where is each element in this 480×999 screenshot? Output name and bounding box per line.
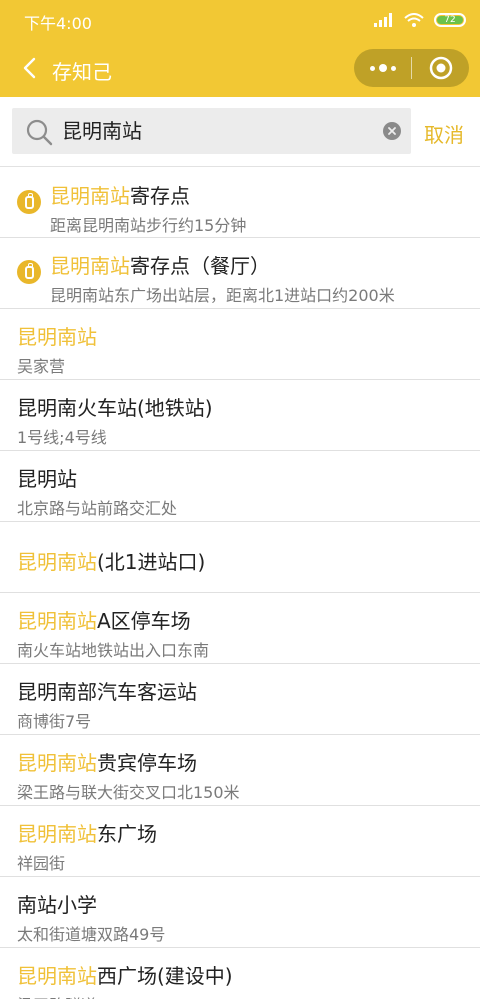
result-title-rest: 西广场(建设中) [97,964,233,988]
result-title-rest: 寄存点 [130,184,190,208]
result-subtitle: 距离昆明南站步行约15分钟 [50,216,247,235]
result-item[interactable]: 昆明南站寄存点（餐厅） 昆明南站东广场出站层，距离北1进站口约200米 [0,238,480,309]
result-title-highlight: 昆明南站 [17,325,97,349]
search-results-list: 昆明南站寄存点 距离昆明南站步行约15分钟 昆明南站寄存点（餐厅） 昆明南站东广场出站… [0,168,480,999]
luggage-pin-icon [17,260,41,284]
result-item[interactable]: 昆明南站寄存点距离昆明南站步行约15分钟 [0,168,480,238]
result-subtitle: 昆明南站东广场出站层，距离北1进站口约200米 [50,286,395,305]
result-title-highlight: 昆明南站 [50,254,130,278]
result-title-highlight: 昆明南站 [17,550,97,574]
status-time: 下午4:00 [24,14,92,33]
result-title-rest: 昆明站 [17,467,77,491]
more-dot-icon [369,65,375,71]
app-header: 下午4:00 72 存知己 [0,0,480,97]
search-box[interactable]: 昆明南站 [12,108,411,154]
result-item[interactable]: 昆明南火车站(地铁站) 1号线;4号线 [0,380,480,451]
close-miniprogram-button[interactable] [412,49,469,87]
result-subtitle: 太和街道塘双路49号 [17,925,166,944]
result-title: 昆明站 [17,463,77,492]
miniprogram-capsule [354,49,469,87]
battery-level: 72 [444,14,456,25]
result-subtitle: 商博街7号 [17,712,92,731]
nav-bar: 存知己 [0,45,480,91]
status-icons: 72 [374,12,466,28]
result-item[interactable]: 南站小学太和街道塘双路49号 [0,877,480,948]
result-title: 昆明南站(北1进站口) [17,546,205,575]
search-input[interactable]: 昆明南站 [62,108,382,154]
result-title: 昆明南站东广场 [17,818,157,847]
search-icon [26,119,53,146]
battery-icon: 72 [434,13,466,27]
result-subtitle: 梁王路隧道 [17,992,97,999]
back-button[interactable] [16,53,42,83]
result-title: 昆明南部汽车客运站 [17,676,197,705]
result-item[interactable]: 昆明南站贵宾停车场梁王路与联大街交叉口北150米 [0,735,480,806]
result-title-highlight: 昆明南站 [50,184,130,208]
result-title: 昆明南站 [17,321,97,350]
result-subtitle: 梁王路与联大街交叉口北150米 [17,783,240,802]
result-title-rest: 昆明南火车站(地铁站) [17,396,213,420]
search-row: 昆明南站 取消 [0,97,480,167]
more-dot-icon [378,64,387,72]
more-menu-button[interactable] [354,49,411,87]
result-item[interactable]: 昆明站北京路与站前路交汇处 [0,451,480,522]
wifi-icon [404,13,424,27]
result-item[interactable]: 昆明南站A区停车场南火车站地铁站出入口东南 [0,593,480,664]
result-title-highlight: 昆明南站 [17,822,97,846]
result-item[interactable]: 昆明南部汽车客运站商博街7号 [0,664,480,735]
result-item[interactable]: 昆明南站 吴家营 [0,309,480,380]
clear-icon[interactable] [383,122,401,140]
page-title: 存知己 [52,60,112,84]
result-title: 昆明南站寄存点 [50,180,190,209]
status-bar: 下午4:00 72 [0,0,480,38]
result-title-highlight: 昆明南站 [17,964,97,988]
result-title-rest: 贵宾停车场 [97,751,197,775]
result-title-rest: 寄存点（餐厅） [130,254,270,278]
x-icon [388,127,396,135]
result-title-rest: 南站小学 [17,893,97,917]
target-close-icon [429,56,452,80]
signal-icon [374,13,392,27]
result-title-highlight: 昆明南站 [17,609,97,633]
result-title-rest: A区停车场 [97,609,191,633]
result-title: 昆明南站寄存点（餐厅） [50,250,270,279]
result-title: 昆明南站西广场(建设中) [17,960,233,989]
result-title: 昆明南站A区停车场 [17,605,191,634]
result-title-rest: 东广场 [97,822,157,846]
result-title-rest: 昆明南部汽车客运站 [17,680,197,704]
result-item[interactable]: 昆明南站东广场祥园街 [0,806,480,877]
result-subtitle: 1号线;4号线 [17,428,107,447]
cancel-button[interactable]: 取消 [424,119,464,148]
result-subtitle: 祥园街 [17,854,66,873]
result-item[interactable]: 昆明南站(北1进站口) [0,522,480,593]
result-subtitle: 北京路与站前路交汇处 [17,499,178,518]
result-subtitle: 吴家营 [17,357,66,376]
result-title: 昆明南火车站(地铁站) [17,392,213,421]
more-dot-icon [390,65,396,71]
result-item[interactable]: 昆明南站西广场(建设中)梁王路隧道 [0,948,480,999]
result-title: 昆明南站贵宾停车场 [17,747,197,776]
luggage-pin-icon [17,190,41,214]
result-subtitle: 南火车站地铁站出入口东南 [17,641,210,660]
result-title-rest: (北1进站口) [97,550,206,574]
chevron-left-icon [23,57,36,79]
result-title: 南站小学 [17,889,97,918]
result-title-highlight: 昆明南站 [17,751,97,775]
